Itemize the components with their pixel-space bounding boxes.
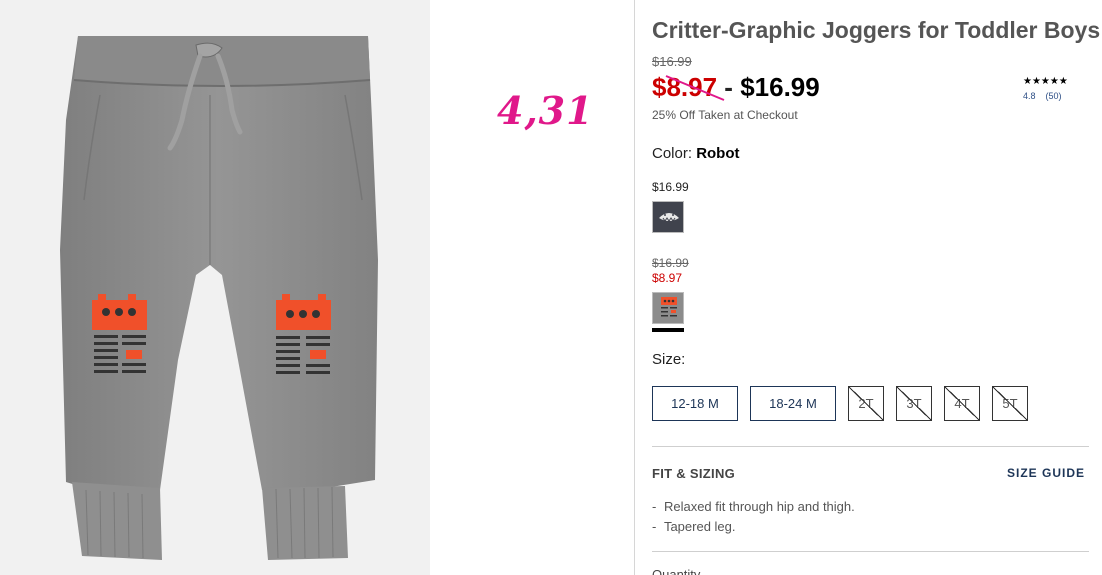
selected-color: Robot — [696, 145, 740, 162]
swatch-robot[interactable] — [652, 292, 684, 324]
discount-note: 25% Off Taken at Checkout — [652, 108, 798, 122]
color-label: Color: Robot — [652, 145, 740, 162]
fit-details-list: Relaxed fit through hip and thigh. Taper… — [652, 497, 855, 537]
list-item: Tapered leg. — [652, 517, 855, 537]
sale-price: $8.97 — [652, 72, 725, 102]
rating-stars[interactable]: ★★★★★ — [1023, 76, 1068, 87]
shark-swatch-price: $16.99 — [652, 180, 689, 194]
size-3t-button[interactable]: 3T — [896, 386, 932, 421]
size-2t-button[interactable]: 2T — [848, 386, 884, 421]
size-guide-link[interactable]: SIZE GUIDE — [1007, 466, 1085, 480]
selected-swatch-indicator — [652, 328, 684, 332]
strike-annotation — [665, 75, 725, 101]
joggers-illustration — [60, 36, 378, 560]
original-price: $16.99 — [652, 54, 692, 69]
list-item: Relaxed fit through hip and thigh. — [652, 497, 855, 517]
rating-score: 4.8 — [1023, 91, 1036, 101]
shark-icon — [659, 213, 679, 222]
size-4t-button[interactable]: 4T — [944, 386, 980, 421]
review-count: (50) — [1045, 91, 1062, 101]
size-12-18m-button[interactable]: 12-18 M — [652, 386, 738, 421]
quantity-label: Quantity — [652, 567, 701, 575]
size-label: Size: — [652, 351, 686, 368]
regular-price: $16.99 — [740, 72, 820, 102]
swatch-shark[interactable] — [652, 201, 684, 233]
product-title: Critter-Graphic Joggers for Toddler Boys — [652, 17, 1101, 43]
section-divider — [652, 551, 1089, 552]
product-image[interactable] — [0, 0, 430, 575]
robot-swatch-original-price: $16.99 — [652, 256, 689, 270]
size-5t-button[interactable]: 5T — [992, 386, 1028, 421]
robot-swatch-sale-price: $8.97 — [652, 271, 683, 285]
panel-divider — [634, 0, 635, 575]
fit-sizing-heading[interactable]: FIT & SIZING — [652, 466, 735, 481]
price-row: $8.97 - $16.99 — [652, 72, 820, 103]
handwritten-annotation: 4,31 — [497, 88, 594, 133]
robot-icon — [661, 297, 677, 317]
rating-summary[interactable]: 4.8 (50) — [1023, 91, 1072, 101]
size-18-24m-button[interactable]: 18-24 M — [750, 386, 836, 421]
size-options: 12-18 M 18-24 M 2T 3T 4T 5T — [652, 386, 1028, 421]
section-divider — [652, 446, 1089, 447]
